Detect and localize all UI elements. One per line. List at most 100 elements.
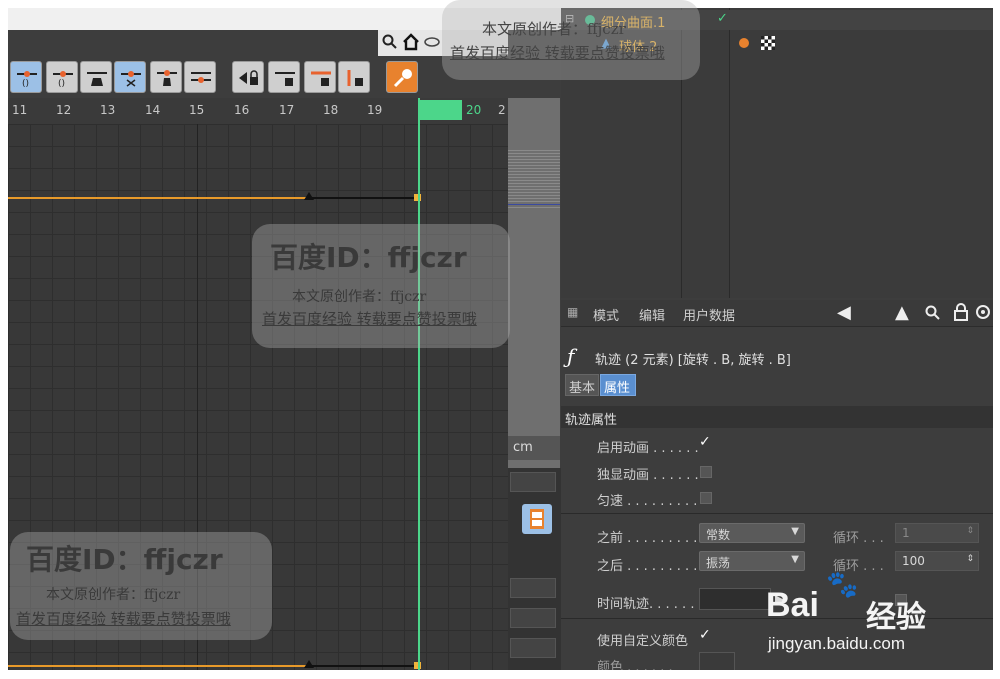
- chevron-down-icon: ▼: [791, 526, 799, 537]
- logo-url: jingyan.baidu.com: [768, 634, 906, 653]
- eye-icon[interactable]: [424, 36, 440, 48]
- tag-icon[interactable]: [739, 38, 749, 48]
- lock-key-value-button[interactable]: [338, 61, 370, 93]
- before-label: 之前 . . . . . . . . .: [597, 531, 698, 546]
- back-arrow-icon[interactable]: ◀: [837, 302, 851, 323]
- break-tangents-button[interactable]: [386, 61, 418, 93]
- section-title: 轨迹属性: [565, 413, 618, 428]
- ruler-tick: 11: [12, 103, 28, 117]
- weight-icon: [157, 70, 177, 86]
- keyframe-point[interactable]: [304, 192, 314, 200]
- track-function-icon: ƒ: [567, 344, 575, 368]
- after-value: 振荡: [706, 556, 731, 570]
- watermark-middle-author: 本文原创作者：ffjczr: [292, 289, 427, 305]
- tangent-break-button[interactable]: [184, 61, 216, 93]
- current-frame-label: 20: [466, 103, 482, 117]
- tangent-fixed-button[interactable]: [80, 61, 112, 93]
- ruler-tick: 19: [367, 103, 383, 117]
- viewport-floor-grid: [508, 148, 560, 208]
- use-custom-color-checkbox[interactable]: ✓: [699, 627, 711, 643]
- tangent-icon: (): [17, 71, 37, 88]
- tangent-icon: (): [53, 71, 73, 88]
- ruler-tick: 2: [498, 103, 506, 117]
- solo-animation-label: 独显动画 . . . . . .: [597, 468, 699, 483]
- watermark-middle-promo: 首发百度经验 转载要点赞投票哦: [262, 310, 477, 328]
- fcurve-top-flat[interactable]: [308, 197, 418, 199]
- divider: [561, 513, 993, 514]
- ruler-tick: 14: [145, 103, 161, 117]
- side-field[interactable]: [510, 638, 556, 658]
- ruler-tick: 15: [189, 103, 205, 117]
- tab-properties[interactable]: 属性: [600, 374, 636, 396]
- before-dropdown[interactable]: 常数 ▼: [699, 523, 805, 543]
- track-title: 轨迹 (2 元素) [旋转 . B, 旋转 . B]: [595, 353, 791, 368]
- side-field[interactable]: [510, 578, 556, 598]
- solo-animation-checkbox[interactable]: [700, 466, 712, 478]
- watermark-bg-top: [442, 0, 700, 80]
- up-arrow-icon[interactable]: ▲: [895, 302, 909, 323]
- timeline-ruler[interactable]: 11 12 13 14 15 16 17 18 19 20 2: [8, 98, 508, 125]
- side-controls: [508, 468, 561, 670]
- fcurve-top[interactable]: [8, 197, 308, 199]
- constant-speed-label: 匀速 . . . . . . . . .: [597, 494, 698, 509]
- lock-tangent-length-button[interactable]: [268, 61, 300, 93]
- svg-text:(): (): [22, 79, 29, 88]
- after-dropdown[interactable]: 振荡 ▼: [699, 551, 805, 571]
- baidu-jingyan-logo: 🐾 Bai 经验 jingyan.baidu.com: [760, 570, 990, 660]
- search-icon[interactable]: [382, 34, 398, 50]
- keyframe-point[interactable]: [304, 660, 314, 668]
- enable-animation-label: 启用动画 . . . . . .: [597, 441, 699, 456]
- tangent-clamp-button[interactable]: (): [46, 61, 78, 93]
- tab-basic[interactable]: 基本: [565, 374, 599, 396]
- tangent-auto-button[interactable]: (): [10, 61, 42, 93]
- tangent-weight-button[interactable]: [150, 61, 182, 93]
- enable-animation-checkbox[interactable]: ✓: [699, 434, 711, 450]
- lock-key-time-button[interactable]: [304, 61, 336, 93]
- paw-icon: 🐾: [826, 570, 859, 600]
- ruler-tick: 16: [234, 103, 250, 117]
- enabled-check-icon[interactable]: ✓: [717, 11, 728, 26]
- ruler-tick: 18: [323, 103, 339, 117]
- current-frame-marker[interactable]: [418, 100, 462, 120]
- color-swatch[interactable]: [699, 652, 735, 670]
- playhead[interactable]: [418, 98, 420, 670]
- constant-speed-checkbox[interactable]: [700, 492, 712, 504]
- lock-icon: [311, 71, 331, 86]
- lock-icon: [239, 70, 258, 85]
- menu-mode[interactable]: 模式: [593, 305, 619, 324]
- cycle-value-2: 100: [902, 554, 925, 568]
- tangent-icon: [191, 72, 211, 83]
- use-custom-color-label: 使用自定义颜色: [597, 634, 689, 649]
- lock-tangent-angle-button[interactable]: [232, 61, 264, 93]
- logo-brand: Bai: [766, 586, 819, 624]
- color-label: 颜色 . . . . . .: [597, 660, 673, 670]
- fcurve-bottom[interactable]: [8, 665, 308, 667]
- watermark-middle-id: 百度ID：ffjczr: [270, 241, 467, 274]
- checker-tag-icon[interactable]: [761, 36, 775, 50]
- fcurve-bottom-flat[interactable]: [308, 665, 418, 667]
- ruler-tick: 12: [56, 103, 72, 117]
- menu-user-data[interactable]: 用户数据: [683, 305, 735, 324]
- chevron-down-icon: ▼: [791, 554, 799, 565]
- before-value: 常数: [706, 528, 731, 542]
- film-button[interactable]: [522, 504, 552, 534]
- side-field[interactable]: [510, 608, 556, 628]
- cycle-field-1[interactable]: 1 ⇕: [895, 523, 979, 543]
- home-icon[interactable]: [402, 33, 420, 51]
- lock-icon: [275, 72, 295, 86]
- key-icon: [393, 69, 412, 88]
- tangent-lock-button[interactable]: [114, 61, 146, 93]
- film-icon: [530, 509, 544, 529]
- ruler-tick: 13: [100, 103, 116, 117]
- target-icon[interactable]: [975, 304, 991, 320]
- search-icon[interactable]: [925, 305, 941, 321]
- attr-menubar: ▦ 模式 编辑 用户数据 ◀ ▲: [561, 300, 993, 327]
- cycle-field-2[interactable]: 100 ⇕: [895, 551, 979, 571]
- watermark-bottom-promo: 首发百度经验 转载要点赞投票哦: [16, 610, 231, 628]
- side-dropdown[interactable]: [510, 472, 556, 492]
- menu-edit[interactable]: 编辑: [639, 305, 665, 324]
- lock-icon[interactable]: [953, 303, 969, 321]
- lock-icon: [347, 70, 363, 86]
- watermark-bottom-id: 百度ID：ffjczr: [26, 543, 223, 576]
- tangent-icon: [121, 71, 141, 87]
